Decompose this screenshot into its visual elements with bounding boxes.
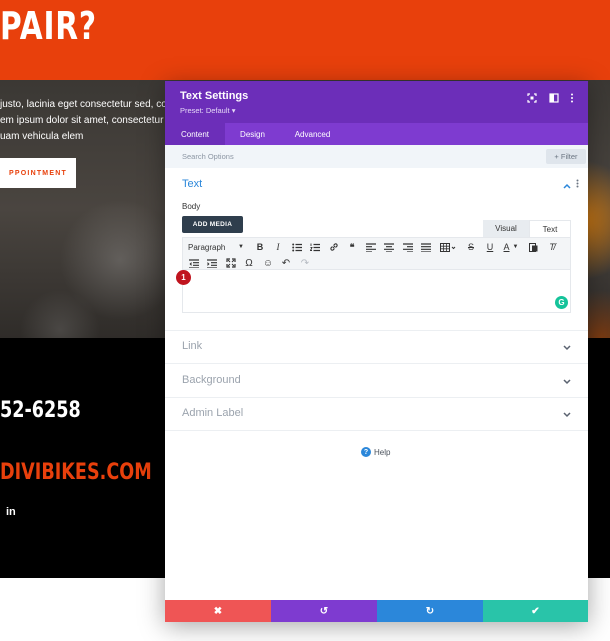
email-address[interactable]: DIVIBIKES.COM xyxy=(0,460,152,485)
background-section-title[interactable]: Background xyxy=(182,374,241,386)
outdent-icon[interactable] xyxy=(187,256,201,270)
text-settings-modal: Text Settings Preset: Default ▾ Content … xyxy=(165,81,588,622)
text-color-icon[interactable]: A ▼ xyxy=(501,240,521,254)
tab-design[interactable]: Design xyxy=(225,123,280,145)
align-justify-icon[interactable] xyxy=(419,240,433,254)
divider xyxy=(165,330,588,331)
fullscreen-icon[interactable] xyxy=(224,256,238,270)
linkedin-icon[interactable]: in xyxy=(6,506,16,518)
toolbar-row-2: Ω ☺ ↶ ↷ xyxy=(183,255,572,271)
hero-text-line: justo, lacinia eget consectetur sed, con… xyxy=(0,99,168,110)
tab-content[interactable]: Content xyxy=(165,123,225,145)
filter-button[interactable]: + Filter xyxy=(546,149,586,164)
emoji-icon[interactable]: ☺ xyxy=(261,256,275,270)
redo-icon: ↻ xyxy=(425,605,435,617)
text-tab[interactable]: Text xyxy=(529,220,571,237)
undo-icon: ↺ xyxy=(319,605,329,617)
grammarly-icon[interactable]: G xyxy=(555,296,568,309)
close-icon: ✖ xyxy=(213,605,223,617)
add-media-button[interactable]: ADD MEDIA xyxy=(182,216,243,233)
preset-select[interactable]: Preset: Default ▾ xyxy=(180,106,235,115)
check-icon: ✔ xyxy=(531,605,540,617)
divider xyxy=(165,363,588,364)
visual-tab[interactable]: Visual xyxy=(483,220,529,237)
text-editor-area[interactable] xyxy=(182,270,571,313)
editor-toolbar: Paragraph ▼ B I ❝ S U A ▼ T̸ Ω ☺ ↶ ↷ xyxy=(182,237,571,270)
align-right-icon[interactable] xyxy=(401,240,415,254)
search-input[interactable]: Search Options xyxy=(182,152,234,161)
caret-down-icon: ▼ xyxy=(238,244,244,250)
appointment-button[interactable]: PPOINTMENT xyxy=(0,158,76,188)
link-section-title[interactable]: Link xyxy=(182,340,202,352)
table-icon[interactable] xyxy=(438,240,458,254)
save-button[interactable]: ✔ xyxy=(483,600,588,622)
help-label: Help xyxy=(374,447,391,457)
special-character-icon[interactable]: Ω xyxy=(242,256,256,270)
bullet-list-icon[interactable] xyxy=(290,240,304,254)
search-options-bar: Search Options + Filter xyxy=(165,145,588,168)
chevron-up-icon[interactable] xyxy=(561,180,573,192)
chevron-down-icon[interactable] xyxy=(561,376,573,388)
text-color-glyph: A xyxy=(503,242,510,252)
bold-icon[interactable]: B xyxy=(253,240,267,254)
hero-text-line: em ipsum dolor sit amet, consectetur ad xyxy=(0,115,168,126)
undo-button[interactable]: ↺ xyxy=(271,600,377,622)
undo-editor-icon[interactable]: ↶ xyxy=(279,256,293,270)
body-label: Body xyxy=(182,202,201,211)
underline-icon[interactable]: U xyxy=(483,240,497,254)
link-icon[interactable] xyxy=(327,240,341,254)
chevron-down-icon[interactable] xyxy=(561,409,573,421)
step-badge: 1 xyxy=(176,270,191,285)
modal-header: Text Settings Preset: Default ▾ xyxy=(165,81,588,123)
blockquote-icon[interactable]: ❝ xyxy=(345,240,359,254)
hero-banner: PAIR? xyxy=(0,0,610,80)
modal-footer: ✖ ↺ ↻ ✔ xyxy=(165,600,588,622)
redo-button[interactable]: ↻ xyxy=(377,600,483,622)
hero-title: PAIR? xyxy=(0,4,97,48)
divider xyxy=(165,430,588,431)
align-center-icon[interactable] xyxy=(382,240,396,254)
settings-tabs: Content Design Advanced xyxy=(165,123,588,145)
paragraph-select[interactable]: Paragraph ▼ xyxy=(185,240,247,254)
more-icon[interactable] xyxy=(565,91,579,105)
indent-icon[interactable] xyxy=(205,256,219,270)
expand-icon[interactable] xyxy=(525,91,539,105)
divider xyxy=(165,397,588,398)
help-icon: ? xyxy=(361,447,371,457)
italic-icon[interactable]: I xyxy=(271,240,285,254)
sidebar-icon[interactable] xyxy=(547,91,561,105)
section-more-icon[interactable] xyxy=(576,179,579,191)
page: PAIR? justo, lacinia eget consectetur se… xyxy=(0,0,610,641)
toolbar-row-1: Paragraph ▼ B I ❝ S U A ▼ T̸ xyxy=(183,239,572,255)
hero-text: justo, lacinia eget consectetur sed, con… xyxy=(0,97,168,145)
admin-label-section-title[interactable]: Admin Label xyxy=(182,407,243,419)
text-section-title[interactable]: Text xyxy=(182,178,202,190)
paragraph-select-value: Paragraph xyxy=(188,242,226,252)
tab-advanced[interactable]: Advanced xyxy=(280,123,345,145)
discard-button[interactable]: ✖ xyxy=(165,600,271,622)
modal-title: Text Settings xyxy=(180,90,249,102)
numbered-list-icon[interactable] xyxy=(308,240,322,254)
align-left-icon[interactable] xyxy=(364,240,378,254)
phone-number: 52-6258 xyxy=(0,398,81,423)
paste-icon[interactable] xyxy=(526,240,540,254)
hero-text-line: uam vehicula elem xyxy=(0,131,84,142)
help-link[interactable]: ? Help xyxy=(361,447,390,457)
clear-format-icon[interactable]: T̸ xyxy=(545,240,559,254)
redo-editor-icon[interactable]: ↷ xyxy=(298,256,312,270)
chevron-down-icon[interactable] xyxy=(561,342,573,354)
strikethrough-icon[interactable]: S xyxy=(464,240,478,254)
